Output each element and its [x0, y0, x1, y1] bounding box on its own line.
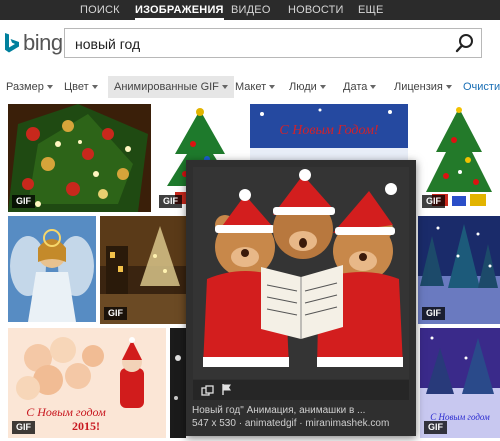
filter-people[interactable]: Люди [285, 76, 330, 98]
roses-greeting-text: С Новым годом [26, 405, 106, 419]
roses-year-text: 2015! [72, 419, 100, 433]
filter-license[interactable]: Лицензия [390, 76, 456, 98]
chevron-down-icon [46, 85, 53, 90]
result-tile[interactable]: GIF [100, 216, 190, 324]
gif-badge: GIF [159, 195, 182, 208]
gif-badge: GIF [422, 195, 445, 208]
caroling-bears-image [193, 167, 409, 379]
search-icon [455, 34, 473, 53]
filter-color[interactable]: Цвет [60, 76, 102, 98]
filter-bar: Размер Цвет Анимированные GIF Макет Люди… [0, 76, 500, 98]
filter-size[interactable]: Размер [2, 76, 57, 98]
dark-strip-image [170, 328, 186, 438]
similar-images-icon[interactable] [201, 384, 215, 396]
new-year-banner-text: С Новым Годом! [279, 123, 378, 138]
preview-meta: 547 x 530 · animatedgif · miranimashek.c… [192, 418, 390, 429]
tab-images[interactable]: ИЗОБРАЖЕНИЯ [135, 0, 224, 20]
result-tile[interactable]: GIF [418, 216, 500, 324]
filter-animated-gif[interactable]: Анимированные GIF [108, 76, 234, 98]
clear-filters-link[interactable]: Очистит [463, 76, 500, 98]
chevron-down-icon [370, 85, 377, 90]
tab-news[interactable]: НОВОСТИ [288, 0, 344, 20]
chevron-down-icon [221, 85, 228, 90]
chevron-down-icon [91, 85, 98, 90]
search-box [64, 28, 482, 58]
result-tile[interactable]: GIF [418, 104, 500, 212]
new-year-banner-image: С Новым Годом! [250, 104, 408, 160]
result-tile[interactable] [170, 328, 186, 438]
top-navigation: ПОИСК ИЗОБРАЖЕНИЯ ВИДЕО НОВОСТИ ЕЩЕ [0, 0, 500, 20]
bing-logo-icon [4, 32, 20, 54]
result-tile[interactable]: С Новым Годом! [250, 104, 408, 160]
flag-icon[interactable] [221, 383, 233, 396]
bing-wordmark: bing [23, 30, 63, 55]
gif-badge: GIF [12, 195, 35, 208]
search-button[interactable] [453, 32, 477, 54]
preview-toolbar [193, 380, 409, 400]
result-tile[interactable]: С Новым годом GIF [420, 328, 500, 438]
search-input[interactable] [75, 35, 445, 53]
result-tile[interactable]: GIF [8, 104, 151, 212]
angel-girl-image [8, 216, 96, 322]
result-tile[interactable] [8, 216, 96, 322]
preview-image[interactable] [193, 167, 409, 379]
chevron-down-icon [269, 85, 276, 90]
image-hover-preview[interactable]: Новый год" Анимация, анимашки в ... 547 … [186, 160, 416, 436]
tab-more[interactable]: ЕЩЕ [358, 0, 384, 20]
filter-date[interactable]: Дата [339, 76, 380, 98]
gif-badge: GIF [424, 421, 447, 434]
chevron-down-icon [445, 85, 452, 90]
tab-search[interactable]: ПОИСК [80, 0, 120, 20]
preview-caption[interactable]: Новый год" Анимация, анимашки в ... 547 … [192, 404, 412, 430]
result-tile[interactable]: С Новым годом 2015! GIF [8, 328, 166, 438]
preview-title[interactable]: Новый год" Анимация, анимашки в ... [192, 404, 412, 417]
tab-video[interactable]: ВИДЕО [231, 0, 271, 20]
gif-badge: GIF [12, 421, 35, 434]
gif-badge: GIF [422, 307, 445, 320]
filter-layout[interactable]: Макет [231, 76, 279, 98]
chevron-down-icon [319, 85, 326, 90]
bing-logo[interactable]: bing [4, 30, 63, 56]
gif-badge: GIF [104, 307, 127, 320]
